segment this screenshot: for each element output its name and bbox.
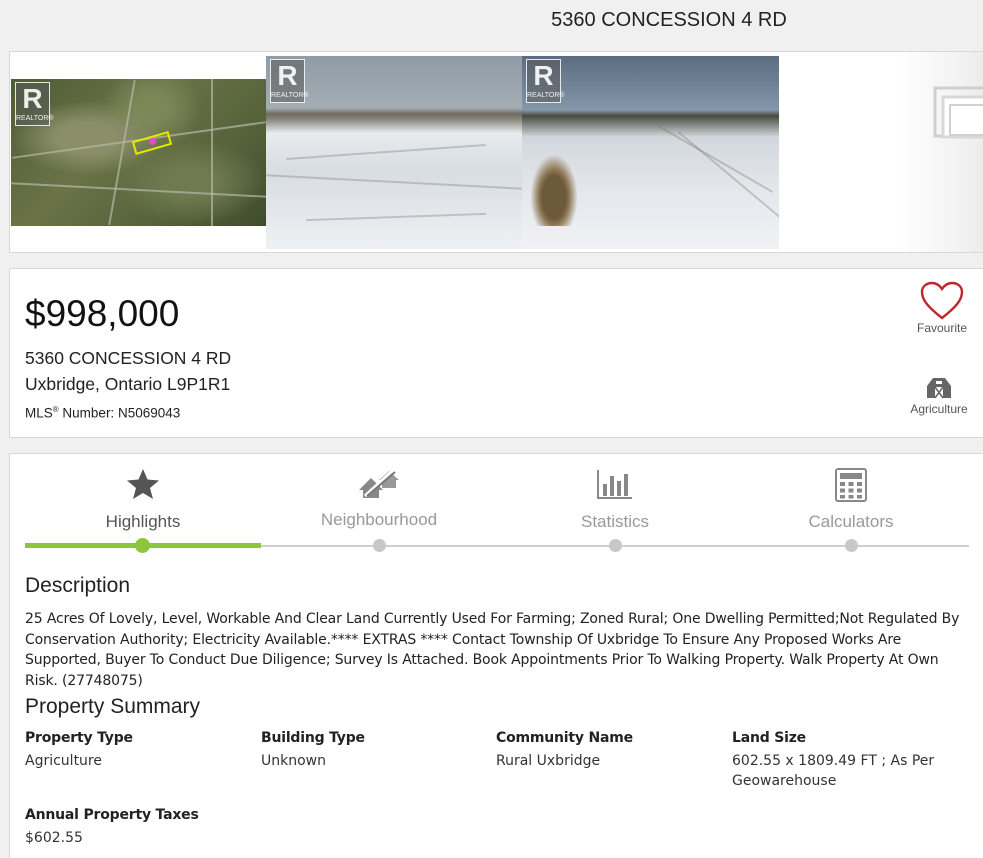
aerial-map-photo[interactable]: R REALTOR® (11, 79, 267, 226)
summary-annual-taxes: Annual Property Taxes $602.55 (25, 807, 199, 846)
listing-summary-card: $998,000 5360 CONCESSION 4 RD Uxbridge, … (9, 268, 983, 438)
realtor-logo: R REALTOR® (270, 59, 309, 103)
details-card: Highlights Neighbourhood Statistics Calc… (9, 453, 983, 858)
page-title: 5360 CONCESSION 4 RD (551, 9, 787, 31)
calculator-icon (835, 468, 867, 502)
tab-dot-statistics[interactable] (609, 539, 622, 552)
bar-chart-icon (597, 470, 632, 499)
property-category-label: Agriculture (910, 402, 968, 416)
realtor-logo: R REALTOR® (526, 59, 565, 103)
tab-bar: Highlights Neighbourhood Statistics Calc… (25, 454, 969, 554)
description-text: 25 Acres Of Lovely, Level, Workable And … (25, 611, 960, 689)
description-heading: Description (25, 574, 131, 597)
summary-building-type: Building Type Unknown (261, 730, 365, 769)
summary-property-type: Property Type Agriculture (25, 730, 133, 769)
map-pin-icon (149, 138, 156, 145)
barn-icon (927, 378, 951, 399)
photo-stack-icon[interactable] (925, 85, 983, 145)
favourite-label: Favourite (916, 321, 968, 335)
property-category-badge: Agriculture (906, 375, 972, 421)
summary-community-name: Community Name Rural Uxbridge (496, 730, 633, 769)
snowy-field-photo[interactable]: R REALTOR® (266, 56, 523, 249)
address-line-2: Uxbridge, Ontario L9P1R1 (25, 374, 231, 394)
address-line-1: 5360 CONCESSION 4 RD (25, 348, 232, 368)
snowy-tracks-photo[interactable]: R REALTOR® (522, 56, 779, 249)
tab-dot-neighbourhood[interactable] (373, 539, 386, 552)
neighbourhood-icon (359, 468, 399, 498)
tab-dot-highlights[interactable] (135, 538, 150, 553)
photo-gallery: R REALTOR® R REALTOR® R REALTOR® (9, 51, 983, 253)
property-summary-heading: Property Summary (25, 695, 201, 718)
listing-price: $998,000 (25, 293, 180, 334)
mls-number: MLS® Number: N5069043 (25, 405, 181, 421)
tab-dot-calculators[interactable] (845, 539, 858, 552)
gallery-fade (779, 52, 983, 252)
heart-icon (920, 281, 964, 320)
summary-land-size: Land Size 602.55 x 1809.49 FT ; As Per G… (732, 730, 935, 789)
star-icon (127, 469, 159, 499)
favourite-button[interactable]: Favourite (910, 281, 974, 341)
dry-brush (530, 154, 578, 226)
realtor-logo: R REALTOR® (15, 82, 54, 126)
